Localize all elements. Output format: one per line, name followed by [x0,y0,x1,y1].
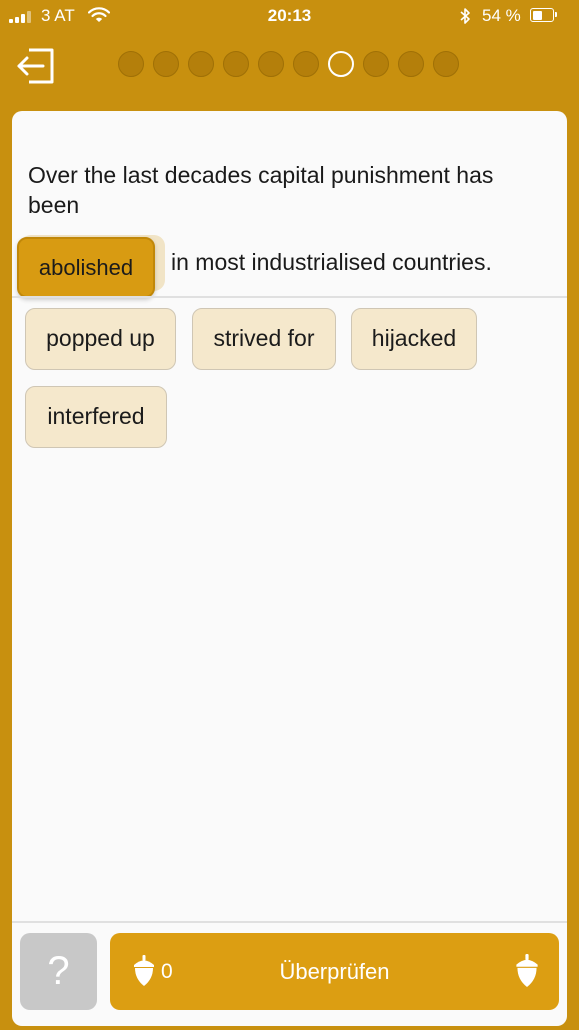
progress-dot [188,51,214,77]
help-button[interactable]: ? [20,933,97,1010]
progress-dot [153,51,179,77]
question-text: Over the last decades capital punishment… [28,162,494,218]
divider [12,296,567,298]
exit-arrow-icon [17,48,54,84]
check-answer-button[interactable]: 0 Überprüfen [110,933,559,1010]
progress-dot [293,51,319,77]
progress-dot [363,51,389,77]
progress-dot [433,51,459,77]
status-bar: 3 AT 20:13 54 % [0,0,579,34]
bluetooth-icon [460,8,470,24]
question-text-continuation: in most industrialised countries. [171,249,492,275]
selected-answer-chip[interactable]: abolished [17,237,155,298]
progress-dot [223,51,249,77]
option-strived-for[interactable]: strived for [192,308,336,370]
footer-divider [12,921,567,923]
progress-dot-current [328,51,354,77]
exercise-card: Over the last decades capital punishment… [12,111,567,1026]
option-interfered[interactable]: interfered [25,386,167,448]
check-button-label: Überprüfen [279,959,390,984]
progress-dot [398,51,424,77]
battery-percentage: 54 % [482,6,521,25]
progress-dot [258,51,284,77]
battery-icon [530,8,557,22]
progress-dot [118,51,144,77]
battery-level-fill [532,10,543,20]
acorn-icon [516,954,538,987]
option-hijacked[interactable]: hijacked [351,308,477,370]
exit-button[interactable] [14,44,58,88]
option-popped-up[interactable]: popped up [25,308,176,370]
battery-tip [555,12,557,17]
